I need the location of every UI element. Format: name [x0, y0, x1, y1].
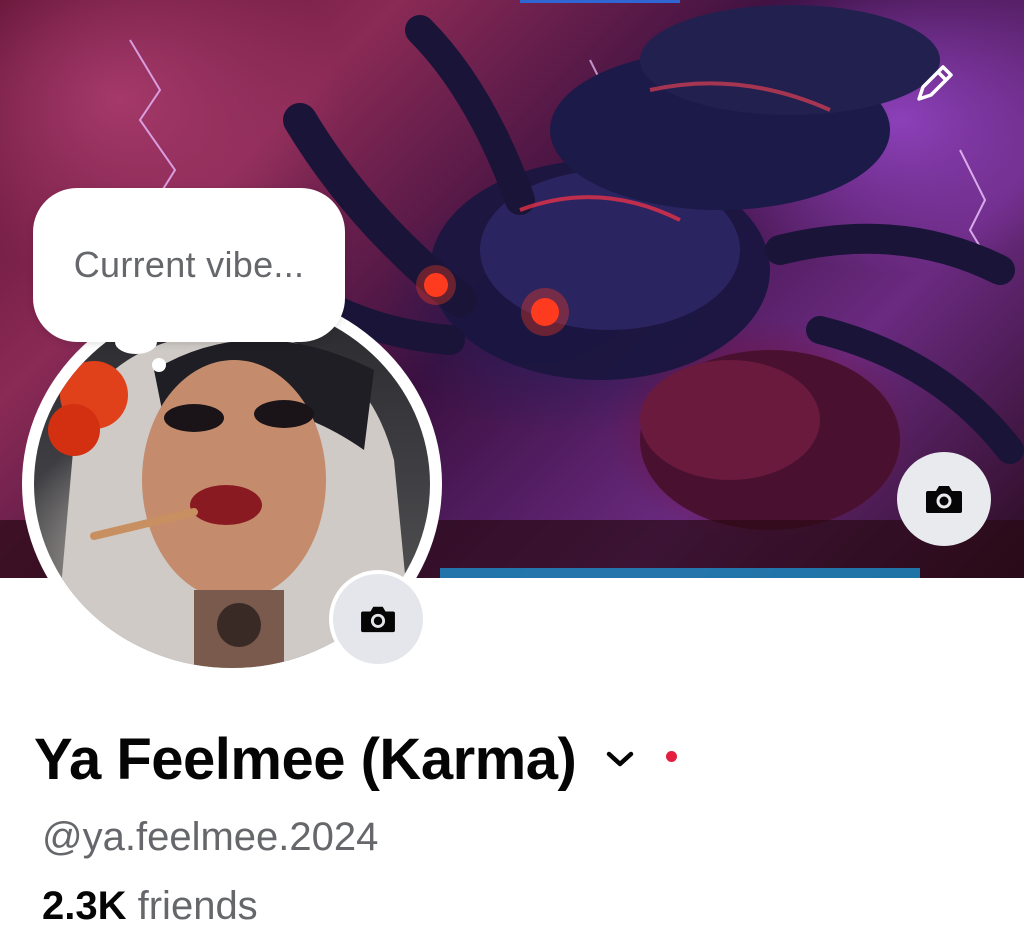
notification-dot [666, 750, 678, 762]
edit-cover-button[interactable] [904, 58, 964, 110]
current-vibe-note[interactable]: Current vibe... [33, 188, 345, 342]
profile-picture-camera-button[interactable] [329, 570, 427, 668]
friends-link[interactable]: 2.3K friends [42, 884, 258, 929]
profile-page: Current vibe... Ya Feelmee (Karma) @ya.f… [0, 0, 1024, 951]
pencil-icon [917, 65, 953, 101]
profile-name-row: Ya Feelmee (Karma) [34, 718, 678, 800]
friends-count: 2.3K [42, 884, 127, 928]
camera-icon [361, 606, 395, 633]
cover-accent-strip [520, 0, 680, 3]
chevron-down-icon [607, 751, 634, 767]
cover-photo-camera-button[interactable] [897, 452, 991, 546]
camera-icon [926, 486, 962, 513]
note-bubble-tail-dot [152, 358, 166, 372]
switch-profile-button[interactable] [600, 739, 640, 779]
profile-username: @ya.feelmee.2024 [42, 815, 379, 859]
current-vibe-placeholder: Current vibe... [73, 244, 305, 285]
profile-name: Ya Feelmee (Karma) [34, 726, 577, 792]
friends-label: friends [137, 884, 258, 928]
note-bubble-tail [115, 330, 157, 354]
